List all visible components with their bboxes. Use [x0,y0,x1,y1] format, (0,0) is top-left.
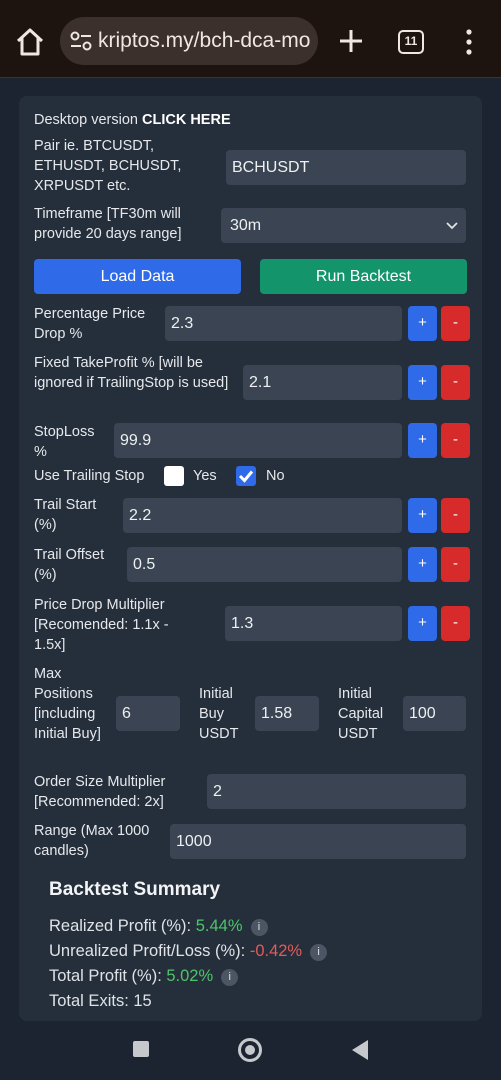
trailing-stop-label: Use Trailing Stop [34,468,145,484]
price-drop-label: Percentage Price Drop % [34,306,146,342]
price-drop-input[interactable]: 2.3 [165,306,402,341]
drop-multiplier-label: Price Drop Multiplier [Recomended: 1.1x … [34,597,169,653]
range-input[interactable]: 1000 [170,824,466,859]
drop-multiplier-plus-button[interactable]: + [408,606,437,641]
checkmark-icon [238,470,254,483]
total-profit-row: Total Profit (%): 5.02% i [49,967,239,986]
desktop-version-text: Desktop version CLICK HERE [34,112,231,128]
pair-label: Pair ie. BTCUSDT, ETHUSDT, BCHUSDT, XRPU… [34,138,182,194]
trail-start-label: Trail Start (%) [34,497,97,533]
price-drop-plus-button[interactable]: + [408,306,437,341]
stop-loss-input[interactable]: 99.9 [114,423,402,458]
stop-loss-plus-button[interactable]: + [408,423,437,458]
realized-profit-row: Realized Profit (%): 5.44% i [49,917,268,936]
max-positions-input[interactable]: 6 [116,696,180,731]
info-icon[interactable]: i [221,969,239,986]
trail-start-input[interactable]: 2.2 [123,498,402,533]
recent-apps-icon[interactable] [133,1041,149,1057]
order-multiplier-label: Order Size Multiplier [Recommended: 2x] [34,774,166,810]
system-navigation-bar [0,1021,501,1080]
run-backtest-button[interactable]: Run Backtest [260,259,467,294]
total-profit-value: 5.02% [166,967,214,985]
backtest-summary-title: Backtest Summary [49,879,221,900]
home-icon[interactable] [14,26,46,58]
dca-settings-panel: Desktop version CLICK HERE Pair ie. BTCU… [19,96,482,1021]
trail-offset-label: Trail Offset (%) [34,547,105,583]
tab-switcher-button[interactable]: 11 [398,30,424,54]
trailing-no-checkbox[interactable] [236,466,256,486]
info-icon[interactable]: i [250,919,268,936]
trail-offset-input[interactable]: 0.5 [127,547,402,582]
take-profit-minus-button[interactable]: - [441,365,470,400]
trail-offset-plus-button[interactable]: + [408,547,437,582]
chevron-down-icon [446,222,458,230]
initial-capital-label: Initial Capital USDT [338,686,384,742]
timeframe-label: Timeframe [TF30m will provide 20 days ra… [34,206,182,242]
total-exits-row: Total Exits: 15 [49,992,152,1010]
url-text[interactable]: kriptos.my/bch-dca-mo [98,29,312,53]
order-multiplier-input[interactable]: 2 [207,774,466,809]
load-data-button[interactable]: Load Data [34,259,241,294]
realized-profit-value: 5.44% [195,917,243,935]
trailing-no-label: No [266,468,285,484]
unrealized-profit-row: Unrealized Profit/Loss (%): -0.42% i [49,942,328,961]
browser-toolbar: kriptos.my/bch-dca-mo 11 [0,0,501,78]
drop-multiplier-input[interactable]: 1.3 [225,606,402,641]
trail-start-minus-button[interactable]: - [441,498,470,533]
stop-loss-minus-button[interactable]: - [441,423,470,458]
site-settings-icon[interactable] [70,31,92,51]
max-positions-label: Max Positions [including Initial Buy] [34,666,101,742]
trailing-yes-label: Yes [193,468,217,484]
trail-start-plus-button[interactable]: + [408,498,437,533]
address-bar[interactable]: kriptos.my/bch-dca-mo [60,17,318,65]
stop-loss-label: StopLoss % [34,424,95,460]
home-button-icon[interactable] [238,1038,262,1062]
more-menu-icon[interactable] [462,28,476,56]
pair-input[interactable]: BCHUSDT [226,150,466,185]
desktop-version-link[interactable]: CLICK HERE [142,112,231,128]
take-profit-label: Fixed TakeProfit % [will be ignored if T… [34,355,229,391]
initial-buy-label: Initial Buy USDT [199,686,239,742]
trail-offset-minus-button[interactable]: - [441,547,470,582]
timeframe-select[interactable]: 30m [221,208,466,243]
price-drop-minus-button[interactable]: - [441,306,470,341]
initial-capital-input[interactable]: 100 [403,696,466,731]
total-exits-value: 15 [133,992,152,1010]
take-profit-plus-button[interactable]: + [408,365,437,400]
initial-buy-input[interactable]: 1.58 [255,696,319,731]
back-icon[interactable] [350,1039,370,1061]
unrealized-profit-value: -0.42% [249,942,303,960]
range-label: Range (Max 1000 candles) [34,823,150,859]
info-icon[interactable]: i [310,944,328,961]
new-tab-icon[interactable] [336,26,366,56]
take-profit-input[interactable]: 2.1 [243,365,402,400]
timeframe-value: 30m [230,217,262,234]
drop-multiplier-minus-button[interactable]: - [441,606,470,641]
trailing-yes-checkbox[interactable] [164,466,184,486]
